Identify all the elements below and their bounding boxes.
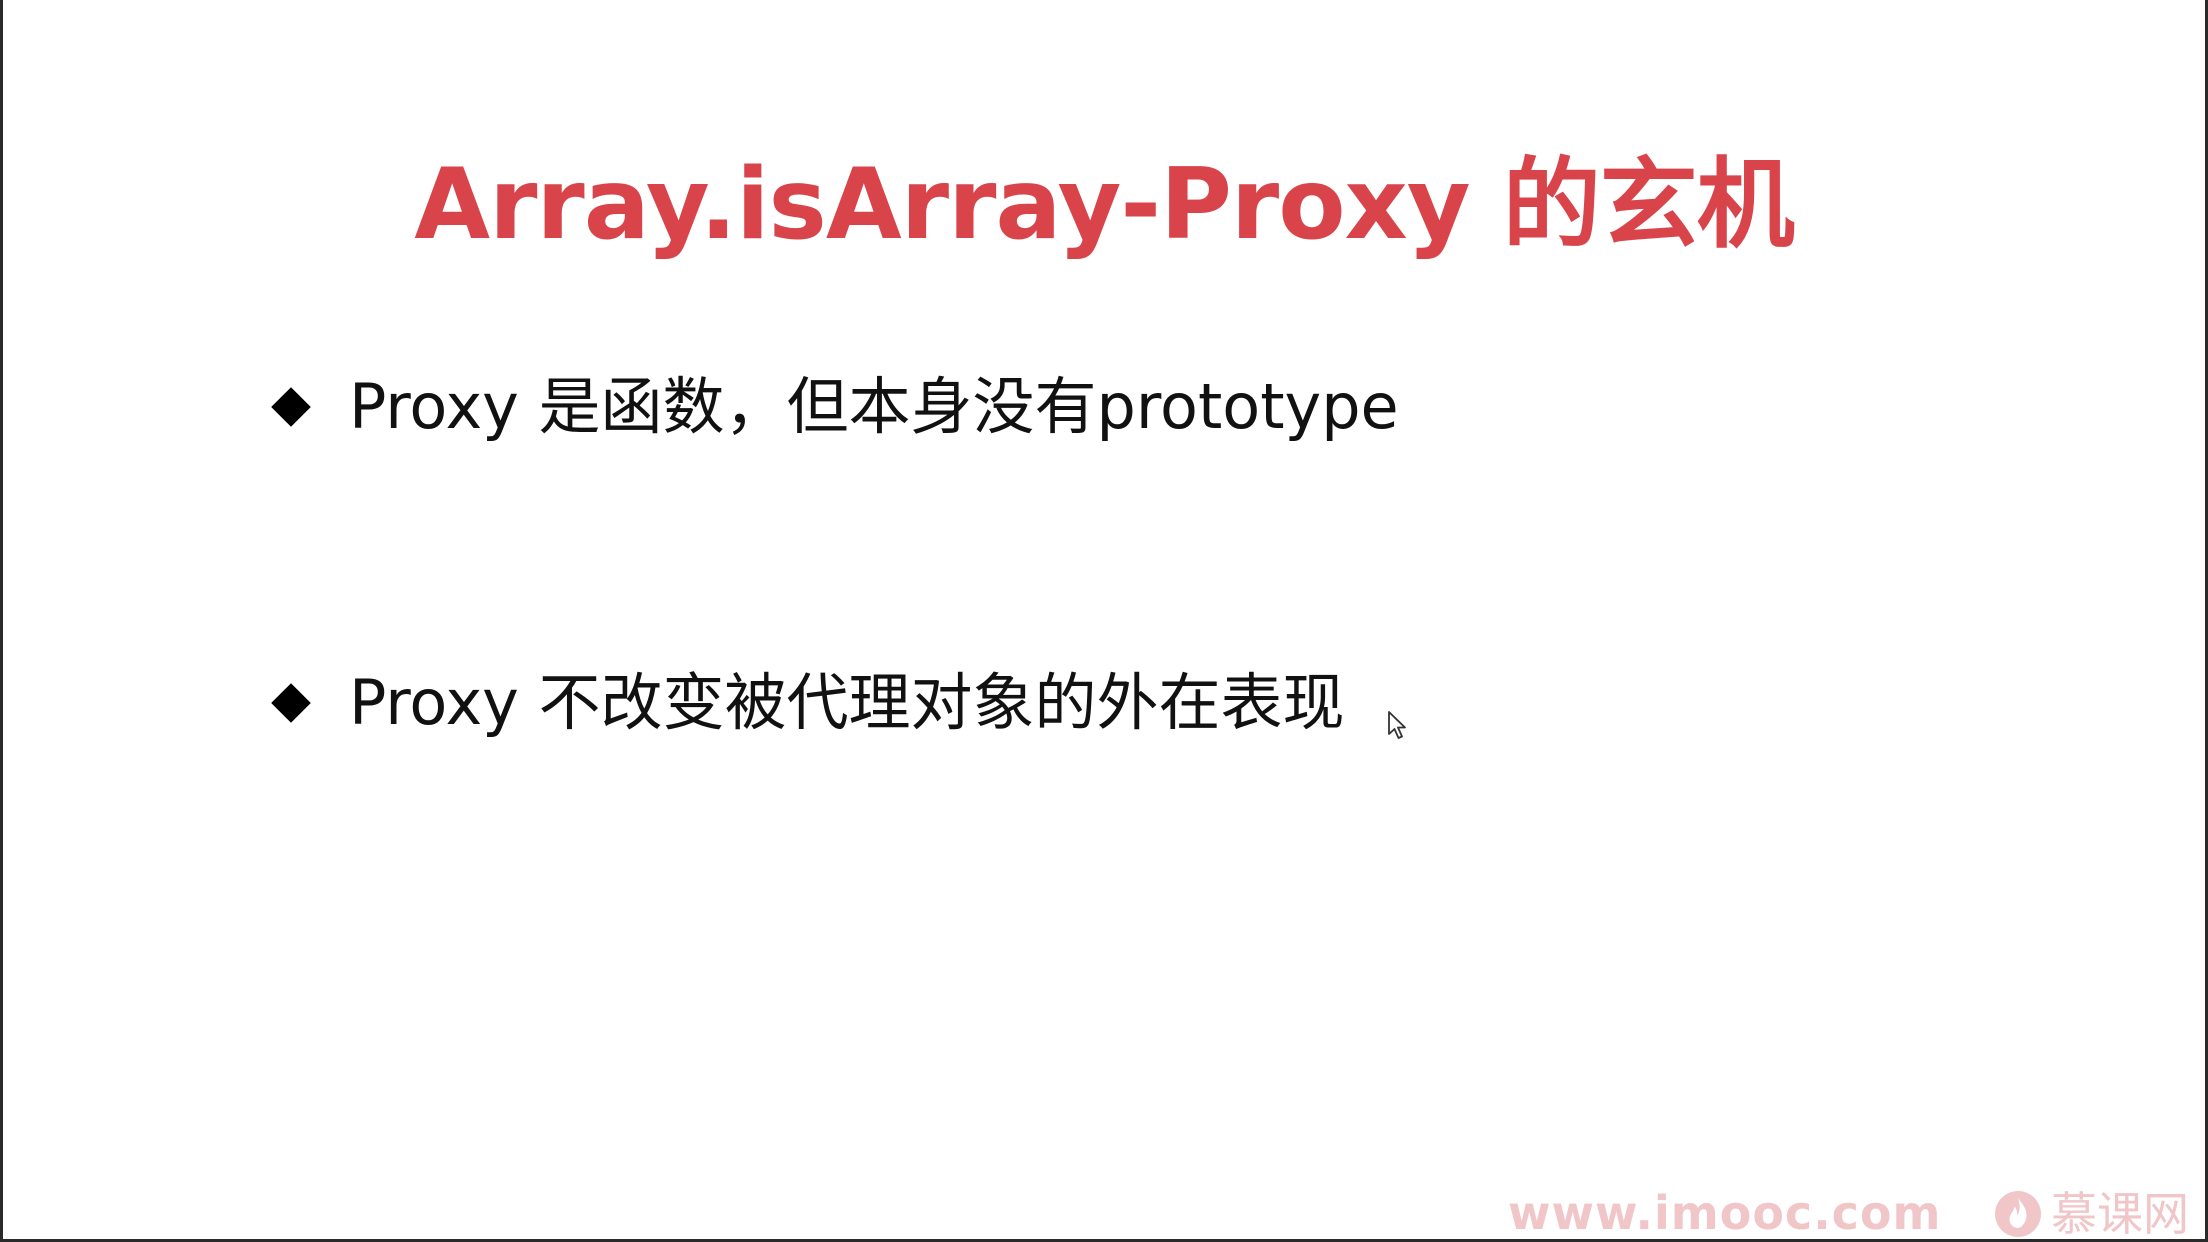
bullet-text: Proxy 是函数，但本身没有prototype <box>349 370 1399 443</box>
slide-title: Array.isArray-Proxy 的玄机 <box>414 148 1795 262</box>
video-frame: Array.isArray-Proxy 的玄机 Proxy 是函数，但本身没有p… <box>0 0 2208 1242</box>
bullet-text: Proxy 不改变被代理对象的外在表现 <box>349 666 1345 739</box>
watermark-url: www.imooc.com <box>1508 1186 1942 1240</box>
imooc-flame-logo-icon <box>1995 1191 2041 1237</box>
watermark-brand: 慕课网 <box>1993 1186 2189 1241</box>
bullet-item: Proxy 不改变被代理对象的外在表现 <box>271 658 1345 748</box>
mouse-pointer-icon <box>1388 711 1406 739</box>
bullet-item: Proxy 是函数，但本身没有prototype <box>271 362 1399 452</box>
diamond-bullet-icon <box>271 387 311 427</box>
diamond-bullet-icon <box>271 683 311 723</box>
presentation-slide: Array.isArray-Proxy 的玄机 Proxy 是函数，但本身没有p… <box>3 0 2205 1239</box>
watermark-brand-name: 慕课网 <box>2051 1187 2189 1241</box>
